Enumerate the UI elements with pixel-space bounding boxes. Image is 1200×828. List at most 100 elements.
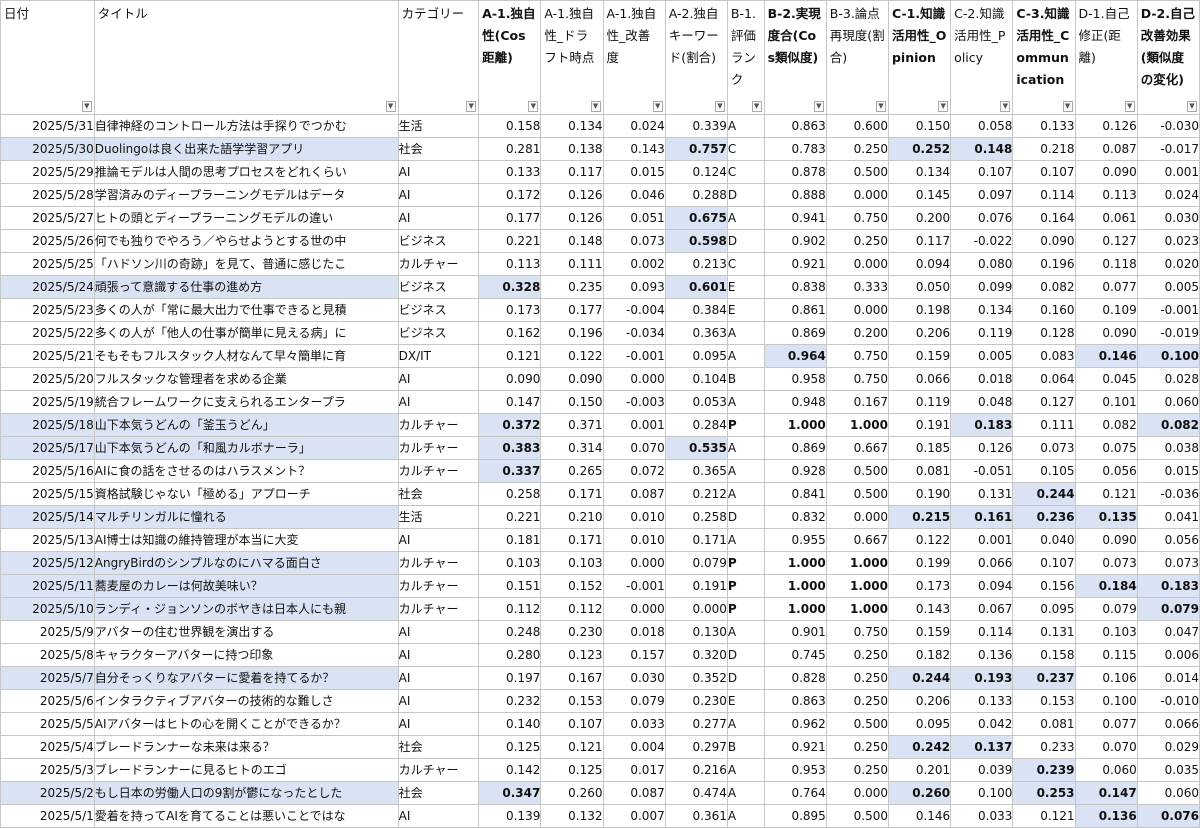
cell-num[interactable]: 0.221: [478, 505, 542, 529]
cell-num[interactable]: 0.213: [664, 252, 728, 276]
cell-cat[interactable]: AI: [397, 367, 480, 391]
cell-num[interactable]: 0.958: [763, 367, 827, 391]
cell-date[interactable]: 2025/5/6: [0, 689, 95, 713]
cell-num[interactable]: 0.000: [825, 781, 889, 805]
cell-num[interactable]: 0.333: [825, 275, 889, 299]
cell-num[interactable]: 0.151: [478, 574, 542, 598]
filter-dropdown-icon[interactable]: ▼: [875, 101, 886, 112]
cell-num[interactable]: 0.200: [825, 321, 889, 345]
cell-rank[interactable]: B: [726, 367, 765, 391]
cell-cat[interactable]: AI: [397, 643, 480, 667]
cell-num[interactable]: 0.087: [602, 781, 666, 805]
cell-num[interactable]: -0.030: [1136, 114, 1200, 138]
cell-num[interactable]: 0.070: [1074, 735, 1138, 759]
column-header-0[interactable]: 日付 ▼: [0, 0, 95, 115]
cell-num[interactable]: 0.066: [1136, 712, 1200, 736]
cell-cat[interactable]: 生活: [397, 505, 480, 529]
cell-cat[interactable]: ビジネス: [397, 275, 480, 299]
cell-num[interactable]: 0.121: [1012, 804, 1076, 828]
cell-num[interactable]: 0.928: [763, 459, 827, 483]
cell-num[interactable]: 0.190: [887, 482, 952, 506]
cell-num[interactable]: 0.284: [664, 413, 728, 437]
cell-num[interactable]: 0.230: [664, 689, 728, 713]
cell-cat[interactable]: カルチャー: [397, 758, 480, 782]
cell-cat[interactable]: AI: [397, 206, 480, 230]
cell-num[interactable]: 0.218: [1012, 137, 1076, 161]
cell-num[interactable]: 0.171: [664, 528, 728, 552]
cell-title[interactable]: そもそもフルスタック人材なんて早々簡単に育: [93, 344, 399, 368]
cell-num[interactable]: 0.828: [763, 666, 827, 690]
cell-num[interactable]: 0.206: [887, 321, 952, 345]
cell-title[interactable]: ブレードランナーに見るヒトのエゴ: [93, 758, 399, 782]
cell-title[interactable]: ブレードランナーな未来は来る？: [93, 735, 399, 759]
cell-num[interactable]: 0.004: [602, 735, 666, 759]
cell-rank[interactable]: A: [726, 781, 765, 805]
cell-cat[interactable]: AI: [397, 712, 480, 736]
cell-num[interactable]: 0.252: [887, 137, 952, 161]
cell-num[interactable]: 0.090: [540, 367, 604, 391]
cell-num[interactable]: 0.106: [1074, 666, 1138, 690]
cell-title[interactable]: 頑張って意識する仕事の進め方: [93, 275, 399, 299]
cell-num[interactable]: -0.017: [1136, 137, 1200, 161]
cell-num[interactable]: 0.147: [1074, 781, 1138, 805]
cell-num[interactable]: 0.314: [540, 436, 604, 460]
cell-num[interactable]: 0.113: [1074, 183, 1138, 207]
cell-num[interactable]: 0.172: [478, 183, 542, 207]
filter-dropdown-icon[interactable]: ▼: [385, 101, 396, 112]
cell-num[interactable]: 0.111: [540, 252, 604, 276]
cell-num[interactable]: 0.113: [478, 252, 542, 276]
cell-cat[interactable]: ビジネス: [397, 321, 480, 345]
cell-title[interactable]: 自律神経のコントロール方法は手探りでつかむ: [93, 114, 399, 138]
cell-num[interactable]: 0.041: [1136, 505, 1200, 529]
cell-num[interactable]: 1.000: [825, 551, 889, 575]
cell-num[interactable]: 0.902: [763, 229, 827, 253]
cell-rank[interactable]: C: [726, 137, 765, 161]
cell-num[interactable]: 0.126: [1074, 114, 1138, 138]
cell-num[interactable]: 0.073: [1136, 551, 1200, 575]
cell-cat[interactable]: カルチャー: [397, 436, 480, 460]
cell-num[interactable]: 0.139: [478, 804, 542, 828]
cell-rank[interactable]: A: [726, 321, 765, 345]
cell-title[interactable]: 統合フレームワークに支えられるエンタープラ: [93, 390, 399, 414]
cell-num[interactable]: 0.100: [1074, 689, 1138, 713]
cell-date[interactable]: 2025/5/22: [0, 321, 95, 345]
cell-num[interactable]: 0.371: [540, 413, 604, 437]
cell-num[interactable]: 0.138: [540, 137, 604, 161]
cell-num[interactable]: 0.838: [763, 275, 827, 299]
cell-num[interactable]: 0.895: [763, 804, 827, 828]
cell-cat[interactable]: カルチャー: [397, 459, 480, 483]
cell-num[interactable]: 0.051: [602, 206, 666, 230]
cell-num[interactable]: 0.173: [478, 298, 542, 322]
cell-num[interactable]: 0.060: [1136, 390, 1200, 414]
cell-title[interactable]: 山下本気うどんの「和風カルボナーラ」: [93, 436, 399, 460]
cell-num[interactable]: 0.114: [1012, 183, 1076, 207]
cell-num[interactable]: 0.888: [763, 183, 827, 207]
cell-num[interactable]: 0.045: [1074, 367, 1138, 391]
cell-num[interactable]: 0.921: [763, 735, 827, 759]
cell-num[interactable]: 0.097: [950, 183, 1014, 207]
cell-num[interactable]: 0.100: [1136, 344, 1200, 368]
cell-date[interactable]: 2025/5/27: [0, 206, 95, 230]
cell-rank[interactable]: A: [726, 344, 765, 368]
cell-num[interactable]: 0.067: [950, 597, 1014, 621]
cell-num[interactable]: 0.869: [763, 436, 827, 460]
cell-num[interactable]: 0.320: [664, 643, 728, 667]
cell-num[interactable]: 0.474: [664, 781, 728, 805]
cell-num[interactable]: 0.017: [602, 758, 666, 782]
cell-num[interactable]: 0.783: [763, 137, 827, 161]
cell-num[interactable]: 0.103: [1074, 620, 1138, 644]
cell-num[interactable]: 0.160: [1012, 298, 1076, 322]
cell-num[interactable]: 0.183: [950, 413, 1014, 437]
cell-num[interactable]: 0.093: [602, 275, 666, 299]
cell-rank[interactable]: A: [726, 528, 765, 552]
cell-rank[interactable]: A: [726, 459, 765, 483]
cell-num[interactable]: 0.500: [825, 459, 889, 483]
cell-num[interactable]: 0.250: [825, 689, 889, 713]
cell-date[interactable]: 2025/5/21: [0, 344, 95, 368]
cell-num[interactable]: 0.161: [950, 505, 1014, 529]
cell-num[interactable]: 0.076: [1136, 804, 1200, 828]
cell-rank[interactable]: B: [726, 735, 765, 759]
cell-rank[interactable]: D: [726, 229, 765, 253]
cell-title[interactable]: ランディ・ジョンソンのボヤきは日本人にも親: [93, 597, 399, 621]
column-header-7[interactable]: B-1.評価ランク ▼: [726, 0, 765, 115]
